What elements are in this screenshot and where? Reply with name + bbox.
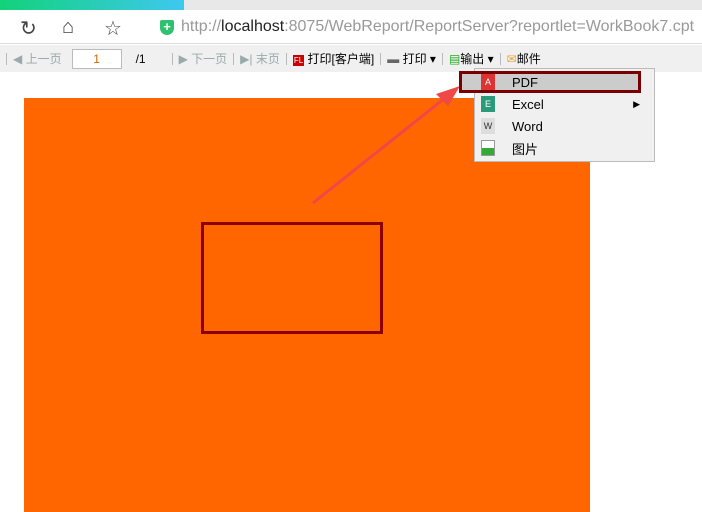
menu-item-word[interactable]: W Word: [475, 115, 654, 137]
menu-item-pdf[interactable]: A PDF: [459, 71, 641, 93]
menu-label: 图片: [512, 141, 539, 157]
menu-label: Word: [512, 118, 543, 134]
menu-label: Excel: [512, 96, 544, 112]
submenu-arrow-icon: ▶: [633, 98, 640, 109]
menu-item-image[interactable]: 图片: [475, 137, 654, 159]
menu-item-excel[interactable]: E Excel ▶: [475, 93, 654, 115]
word-icon: W: [481, 118, 495, 134]
image-icon: [481, 140, 495, 156]
menu-label: PDF: [512, 74, 538, 90]
pdf-icon: A: [481, 74, 495, 90]
export-menu: A PDF E Excel ▶ W Word 图片: [459, 68, 655, 162]
excel-icon: E: [481, 96, 495, 112]
